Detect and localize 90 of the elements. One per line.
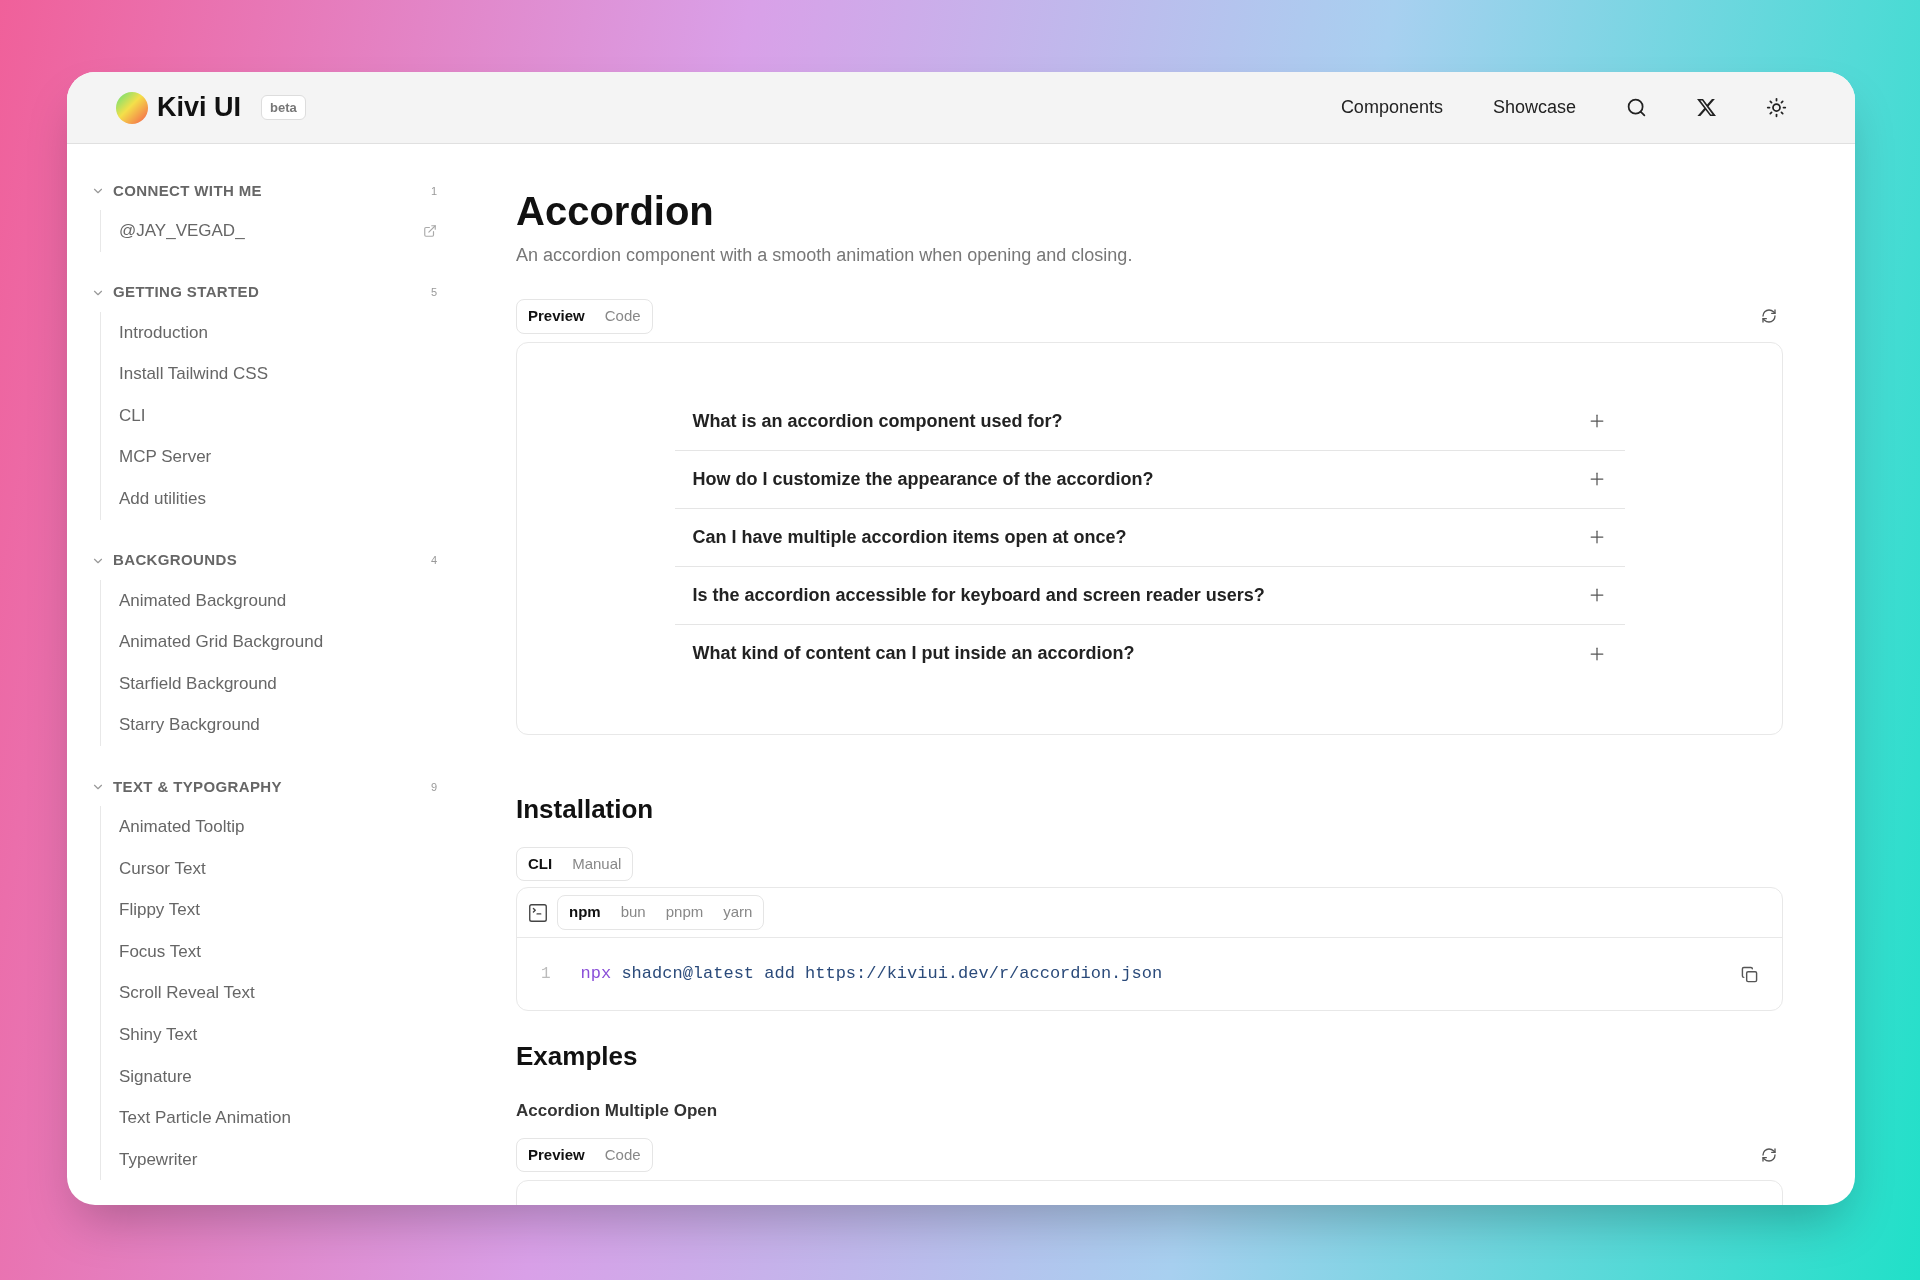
accordion-item[interactable]: Is the accordion accessible for keyboard and screen reader users? — [674, 566, 1625, 625]
sidebar-item[interactable]: Animated Background — [101, 579, 437, 622]
tab[interactable]: yarn — [715, 899, 761, 926]
sidebar-item[interactable]: Animated Tooltip — [101, 805, 437, 848]
tab[interactable]: CLI — [520, 850, 561, 877]
section-title: GETTING STARTED — [113, 282, 260, 303]
sidebar-link: Text Particle Animation — [119, 1107, 291, 1130]
sidebar-link: CLI — [119, 404, 146, 427]
section-count: 9 — [430, 779, 437, 795]
sidebar-link: Animated Tooltip — [119, 816, 245, 838]
sidebar-item[interactable]: Add utilities — [101, 477, 437, 520]
sidebar-link: Shiny Text — [119, 1023, 198, 1046]
accordion-question: Is the accordion accessible for keyboard and screen reader users? — [692, 583, 1265, 607]
tab[interactable]: Preview — [520, 303, 593, 330]
sidebar-item[interactable]: Typewriter — [101, 1138, 437, 1181]
refresh-icon[interactable] — [1761, 1146, 1777, 1163]
sidebar-item[interactable]: Animated Grid Background — [101, 621, 437, 663]
page-title: Accordion — [516, 188, 715, 235]
sidebar-link: Add utilities — [119, 488, 206, 510]
line-number: 1 — [541, 964, 551, 985]
theme-toggle-icon[interactable] — [1766, 97, 1787, 118]
sidebar-item[interactable]: MCP Server — [101, 436, 437, 478]
sidebar-link: Animated Background — [119, 589, 287, 612]
refresh-icon[interactable] — [1761, 308, 1777, 325]
accordion-question: What is an accordion component used for? — [692, 409, 1063, 433]
tab[interactable]: Manual — [564, 850, 630, 877]
accordion-question: What kind of content can I put inside an accordion? — [692, 642, 1135, 665]
sidebar-item[interactable]: Shiny Text — [101, 1013, 437, 1056]
sidebar-link: Introduction — [119, 321, 208, 344]
tab[interactable]: bun — [612, 899, 654, 926]
sidebar-item[interactable]: Cursor Text — [101, 847, 437, 890]
tab[interactable]: npm — [561, 899, 609, 926]
tab[interactable]: Code — [596, 1141, 649, 1168]
beta-badge: beta — [261, 94, 306, 121]
sidebar-item[interactable]: Text Particle Animation — [101, 1097, 437, 1139]
tab[interactable]: Code — [596, 303, 649, 330]
accordion-question: Can I have multiple accordion items open at once? — [692, 525, 1127, 549]
section-count: 4 — [430, 553, 437, 569]
accordion-item[interactable]: How do I customize the appearance of the accordion? — [674, 450, 1625, 509]
sidebar-item[interactable]: @JAY_VEGAD_ — [101, 210, 437, 252]
accordion-item[interactable]: What kind of content can I put inside an accordion? — [674, 624, 1625, 683]
sidebar-link: Starfield Background — [119, 672, 277, 695]
accordion-question: How do I customize the appearance of the accordion? — [692, 467, 1154, 491]
sidebar-link: Signature — [119, 1065, 192, 1088]
external-link-icon — [423, 223, 437, 238]
accordion-item[interactable]: Can I have multiple accordion items open at once? — [674, 508, 1625, 567]
sidebar-link: @JAY_VEGAD_ — [119, 220, 245, 243]
page-description: An accordion component with a smooth animation when opening and closing. — [516, 244, 1134, 267]
copy-icon[interactable] — [1741, 965, 1758, 983]
sidebar-link: Cursor Text — [119, 857, 206, 880]
x-logo-icon[interactable] — [1697, 98, 1716, 117]
sidebar-link: Focus Text — [119, 940, 201, 963]
section-title: TEXT & TYPOGRAPHY — [113, 776, 282, 797]
accordion-item[interactable]: What is an accordion component used for? — [674, 392, 1625, 451]
nav-link[interactable]: Components — [1340, 94, 1443, 121]
sidebar-item[interactable]: Signature — [101, 1055, 437, 1098]
example-title: Accordion Multiple Open — [516, 1100, 719, 1122]
sidebar-item[interactable]: Flippy Text — [101, 889, 437, 931]
section-title: CONNECT WITH ME — [113, 180, 262, 201]
tab[interactable]: pnpm — [657, 899, 712, 926]
sidebar-item[interactable]: CLI — [101, 394, 437, 437]
section-header[interactable]: CONNECT WITH ME 1 — [87, 180, 437, 202]
section-header[interactable]: GETTING STARTED 5 — [87, 281, 437, 304]
section-count: 5 — [430, 285, 437, 301]
sidebar-link: Animated Grid Background — [119, 631, 324, 654]
sidebar-item[interactable]: Introduction — [101, 311, 437, 354]
sidebar-link: Typewriter — [119, 1148, 198, 1171]
sidebar-link: MCP Server — [119, 446, 212, 469]
sidebar-item[interactable]: Starry Background — [101, 704, 437, 746]
sidebar-item[interactable]: Scroll Reveal Text — [101, 972, 437, 1014]
logo-icon — [115, 90, 149, 125]
terminal-icon — [527, 901, 549, 924]
section-heading: Examples — [516, 1040, 639, 1073]
sidebar-link: Install Tailwind CSS — [119, 363, 268, 386]
tab[interactable]: Preview — [520, 1141, 593, 1168]
section-header[interactable]: BACKGROUNDS 4 — [87, 549, 437, 572]
sidebar-item[interactable]: Starfield Background — [101, 662, 437, 705]
section-count: 1 — [430, 183, 437, 199]
sidebar-item[interactable]: Focus Text — [101, 930, 437, 973]
section-header[interactable]: TEXT & TYPOGRAPHY 9 — [87, 775, 437, 798]
section-title: BACKGROUNDS — [113, 550, 238, 571]
nav-link[interactable]: Showcase — [1492, 94, 1576, 121]
search-icon[interactable] — [1626, 97, 1647, 118]
brand-name: Kivi UI — [157, 91, 242, 125]
sidebar-link: Flippy Text — [119, 899, 200, 922]
sidebar-item[interactable]: Install Tailwind CSS — [101, 353, 437, 395]
section-heading: Installation — [516, 792, 655, 826]
install-command: npx shadcn@latest add https://kiviui.dev/r/accordion.json — [580, 963, 1163, 986]
sidebar-link: Starry Background — [119, 714, 260, 737]
sidebar-link: Scroll Reveal Text — [119, 982, 255, 1005]
